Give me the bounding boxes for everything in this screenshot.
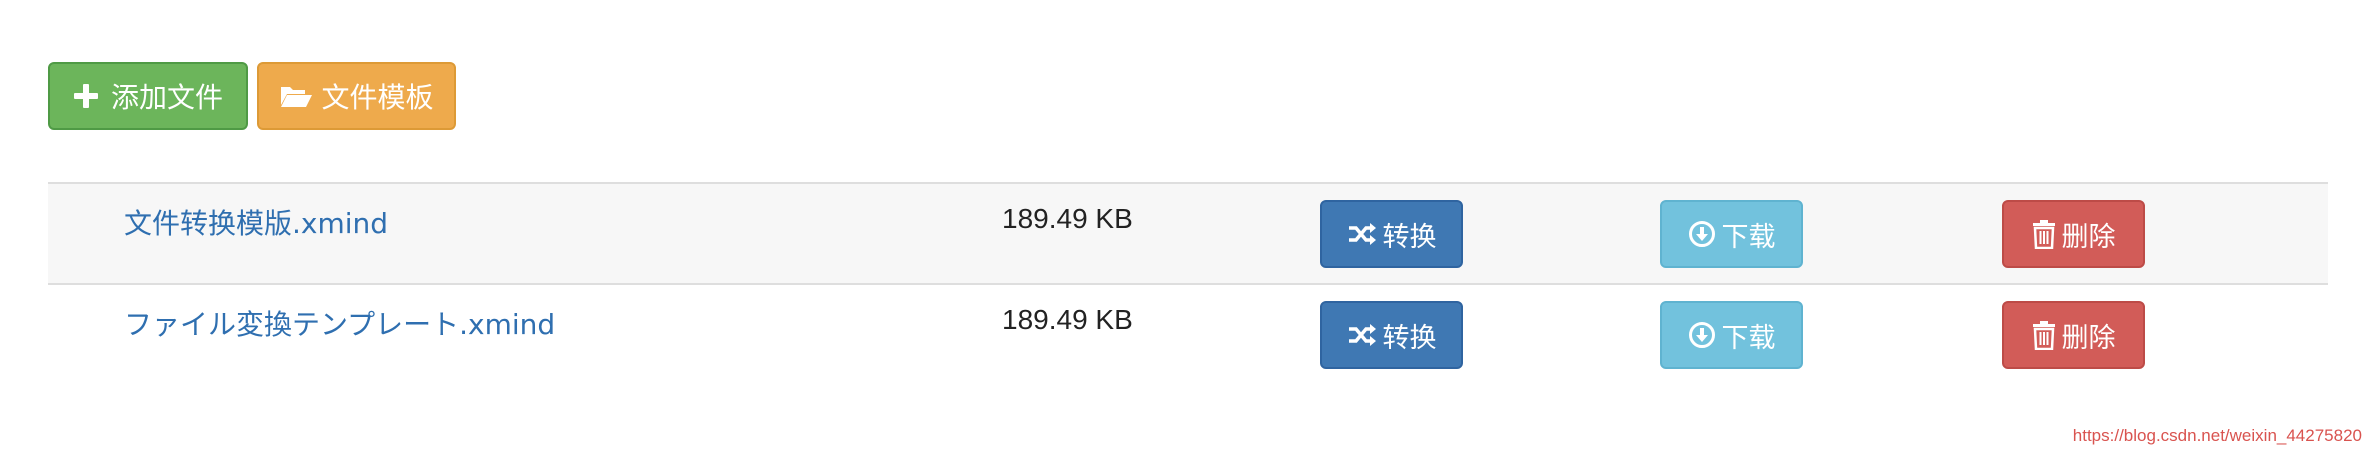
- add-file-label: 添加文件: [110, 81, 223, 114]
- shuffle-icon: [1347, 222, 1377, 246]
- download-label: 下载: [1721, 322, 1776, 354]
- file-list: 文件转换模版.xmind 189.49 KB 转换 下载 删除 ファイル変換テン…: [48, 182, 2328, 384]
- add-file-button[interactable]: 添加文件: [48, 62, 248, 130]
- convert-button[interactable]: 转换: [1320, 200, 1463, 268]
- delete-label: 删除: [2061, 221, 2116, 253]
- download-button[interactable]: 下载: [1660, 200, 1803, 268]
- delete-button[interactable]: 删除: [2002, 200, 2145, 268]
- download-circle-icon: [1688, 321, 1716, 349]
- file-name-link[interactable]: 文件转换模版.xmind: [124, 202, 388, 242]
- file-row: ファイル変換テンプレート.xmind 189.49 KB 转换 下载 删除: [48, 283, 2328, 384]
- convert-label: 转换: [1382, 322, 1437, 354]
- delete-button[interactable]: 删除: [2002, 301, 2145, 369]
- file-template-button[interactable]: 文件模板: [257, 62, 456, 130]
- file-manager-page: 添加文件 文件模板 文件转换模版.xmind 189.49 KB 转换 下载 删…: [0, 0, 2368, 458]
- watermark-url: https://blog.csdn.net/weixin_44275820: [2072, 426, 2362, 445]
- trash-icon: [2032, 219, 2056, 249]
- file-size: 189.49 KB: [1002, 203, 1133, 234]
- folder-open-icon: [279, 83, 313, 109]
- plus-icon: [73, 83, 99, 109]
- download-label: 下载: [1721, 221, 1776, 253]
- delete-label: 删除: [2061, 322, 2116, 354]
- file-name-link[interactable]: ファイル変換テンプレート.xmind: [124, 303, 555, 343]
- trash-icon: [2032, 320, 2056, 350]
- file-row: 文件转换模版.xmind 189.49 KB 转换 下载 删除: [48, 182, 2328, 283]
- shuffle-icon: [1347, 323, 1377, 347]
- download-circle-icon: [1688, 220, 1716, 248]
- convert-button[interactable]: 转换: [1320, 301, 1463, 369]
- convert-label: 转换: [1382, 221, 1437, 253]
- file-template-label: 文件模板: [321, 81, 434, 114]
- download-button[interactable]: 下载: [1660, 301, 1803, 369]
- file-size: 189.49 KB: [1002, 304, 1133, 335]
- toolbar: 添加文件 文件模板: [48, 62, 456, 130]
